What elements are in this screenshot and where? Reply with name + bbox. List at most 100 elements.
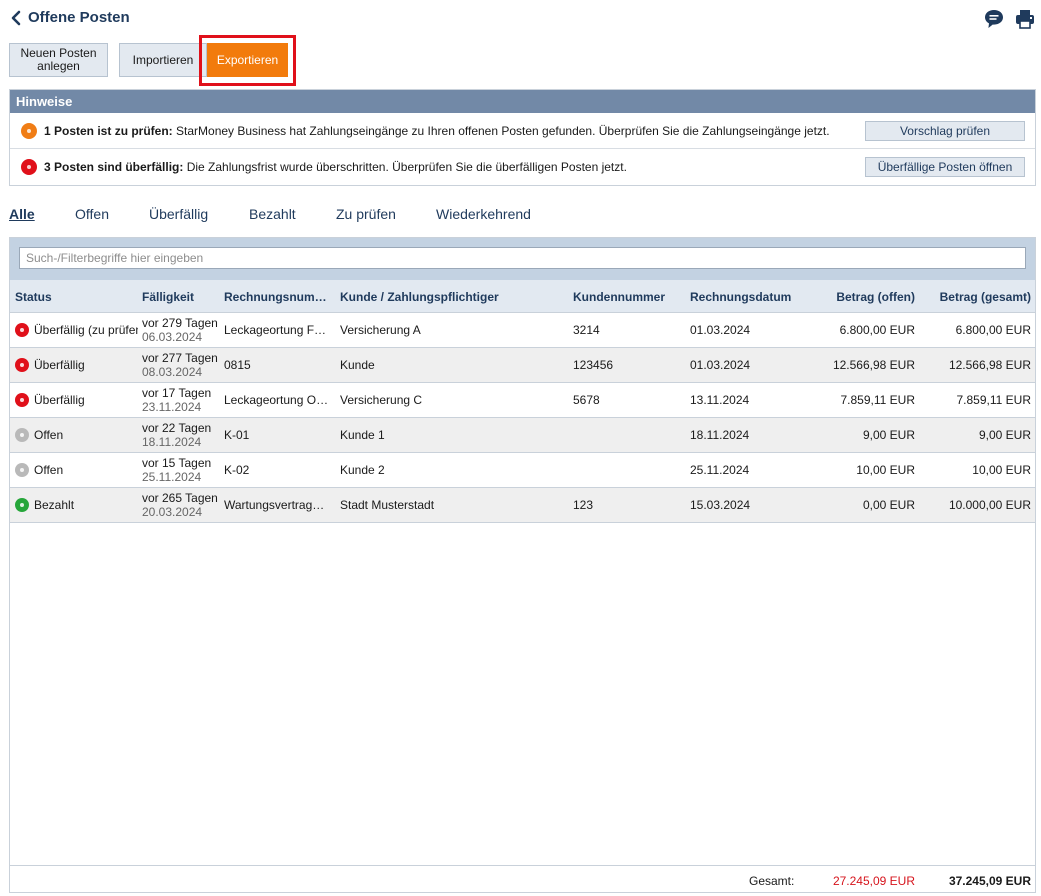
table-row[interactable]: Offen vor 22 Tagen 18.11.2024 K-01 Kunde… — [10, 418, 1035, 453]
amount-total: 7.859,11 EUR — [956, 393, 1032, 407]
column-headers: Status Fälligkeit Rechnungsnum… Kunde / … — [10, 280, 1035, 313]
export-button[interactable]: Exportieren — [207, 43, 288, 77]
column-header-customer-no[interactable]: Kundennummer — [573, 290, 683, 304]
status-text: Offen — [34, 463, 64, 477]
totals-label: Gesamt: — [749, 874, 795, 888]
due-date: 25.11.2024 — [142, 470, 202, 484]
tab-ueberfaellig[interactable]: Überfällig — [149, 206, 208, 222]
invoice-number: Wartungsvertrag… — [224, 498, 325, 512]
due-cell: vor 17 Tagen 23.11.2024 — [142, 386, 222, 414]
status-text: Bezahlt — [34, 498, 75, 512]
status-dot-icon — [15, 323, 29, 337]
due-relative: vor 17 Tagen — [142, 386, 212, 400]
tab-bezahlt[interactable]: Bezahlt — [249, 206, 296, 222]
table-row[interactable]: Überfällig vor 277 Tagen 08.03.2024 0815… — [10, 348, 1035, 383]
tab-zu-pruefen[interactable]: Zu prüfen — [336, 206, 396, 222]
header: Offene Posten — [0, 0, 1041, 38]
column-header-amount-total[interactable]: Betrag (gesamt) — [925, 290, 1031, 304]
hint-text: 1 Posten ist zu prüfen: StarMoney Busine… — [44, 123, 830, 138]
customer-number: 123456 — [573, 358, 614, 372]
due-cell: vor 265 Tagen 20.03.2024 — [142, 491, 222, 519]
invoice-date: 25.11.2024 — [690, 463, 750, 477]
status-dot-icon — [15, 498, 29, 512]
hint-row-check: 1 Posten ist zu prüfen: StarMoney Busine… — [10, 113, 1035, 149]
column-header-amount-open[interactable]: Betrag (offen) — [810, 290, 915, 304]
status-text: Überfällig — [34, 393, 85, 407]
customer-name: Stadt Musterstadt — [340, 498, 435, 512]
amount-open: 6.800,00 EUR — [839, 323, 915, 337]
table-row[interactable]: Bezahlt vor 265 Tagen 20.03.2024 Wartung… — [10, 488, 1035, 523]
table-row[interactable]: Überfällig (zu prüfen) vor 279 Tagen 06.… — [10, 313, 1035, 348]
check-suggestion-button[interactable]: Vorschlag prüfen — [865, 121, 1025, 141]
invoice-date: 18.11.2024 — [690, 428, 750, 442]
invoice-date: 01.03.2024 — [690, 323, 751, 337]
amount-open: 12.566,98 EUR — [832, 358, 915, 372]
column-header-due[interactable]: Fälligkeit — [142, 290, 222, 304]
import-button[interactable]: Importieren — [119, 43, 207, 77]
table-row[interactable]: Offen vor 15 Tagen 25.11.2024 K-02 Kunde… — [10, 453, 1035, 488]
warning-dot-icon — [21, 122, 37, 139]
table-body: Überfällig (zu prüfen) vor 279 Tagen 06.… — [10, 313, 1035, 523]
invoice-number: Leckageortung O… — [224, 393, 329, 407]
hint-text: 3 Posten sind überfällig: Die Zahlungsfr… — [44, 160, 627, 174]
invoice-number: K-01 — [224, 428, 250, 442]
hints-title: Hinweise — [10, 90, 1035, 113]
open-overdue-button[interactable]: Überfällige Posten öffnen — [865, 157, 1025, 177]
column-header-customer[interactable]: Kunde / Zahlungspflichtiger — [340, 290, 565, 304]
search-bar — [10, 238, 1035, 280]
column-header-invoice-date[interactable]: Rechnungsdatum — [690, 290, 810, 304]
printer-icon[interactable] — [1014, 8, 1036, 30]
totals-total-amount: 37.245,09 EUR — [948, 874, 1031, 888]
column-header-status[interactable]: Status — [15, 290, 135, 304]
totals-open-amount: 27.245,09 EUR — [832, 874, 915, 888]
table-row[interactable]: Überfällig vor 17 Tagen 23.11.2024 Lecka… — [10, 383, 1035, 418]
alert-dot-icon — [21, 159, 37, 175]
page-title: Offene Posten — [28, 9, 130, 26]
search-input[interactable] — [19, 247, 1026, 269]
invoice-date: 01.03.2024 — [690, 358, 751, 372]
amount-open: 7.859,11 EUR — [840, 393, 916, 407]
customer-name: Versicherung C — [340, 393, 423, 407]
due-date: 08.03.2024 — [142, 365, 203, 379]
due-cell: vor 15 Tagen 25.11.2024 — [142, 456, 222, 484]
due-date: 23.11.2024 — [142, 400, 202, 414]
tab-alle[interactable]: Alle — [9, 206, 35, 222]
new-item-button[interactable]: Neuen Posten anlegen — [9, 43, 108, 77]
back-link[interactable]: Offene Posten — [10, 9, 130, 26]
due-relative: vor 22 Tagen — [142, 421, 212, 435]
hints-panel: Hinweise 1 Posten ist zu prüfen: StarMon… — [9, 89, 1036, 186]
customer-name: Kunde 2 — [340, 463, 385, 477]
due-date: 06.03.2024 — [142, 330, 203, 344]
amount-open: 10,00 EUR — [856, 463, 915, 477]
items-grid: Status Fälligkeit Rechnungsnum… Kunde / … — [9, 237, 1036, 893]
chevron-left-icon — [11, 10, 21, 25]
customer-name: Kunde — [340, 358, 375, 372]
due-relative: vor 277 Tagen — [142, 351, 218, 365]
customer-number: 3214 — [573, 323, 600, 337]
status-dot-icon — [15, 393, 29, 407]
column-header-invoice-no[interactable]: Rechnungsnum… — [224, 290, 334, 304]
totals-footer: Gesamt: 27.245,09 EUR 37.245,09 EUR — [10, 865, 1035, 892]
comment-icon[interactable] — [983, 8, 1005, 30]
customer-number: 5678 — [573, 393, 600, 407]
amount-open: 0,00 EUR — [862, 498, 915, 512]
invoice-date: 15.03.2024 — [690, 498, 751, 512]
amount-total: 6.800,00 EUR — [955, 323, 1031, 337]
hint-row-overdue: 3 Posten sind überfällig: Die Zahlungsfr… — [10, 149, 1035, 185]
amount-total: 10.000,00 EUR — [948, 498, 1031, 512]
tab-offen[interactable]: Offen — [75, 206, 109, 222]
status-dot-icon — [15, 463, 29, 477]
due-date: 20.03.2024 — [142, 505, 203, 519]
amount-total: 12.566,98 EUR — [948, 358, 1031, 372]
customer-name: Kunde 1 — [340, 428, 385, 442]
invoice-number: 0815 — [224, 358, 251, 372]
tab-wiederkehrend[interactable]: Wiederkehrend — [436, 206, 531, 222]
status-dot-icon — [15, 428, 29, 442]
invoice-number: Leckageortung F… — [224, 323, 327, 337]
amount-open: 9,00 EUR — [862, 428, 915, 442]
status-text: Überfällig (zu prüfen) — [34, 323, 138, 337]
due-relative: vor 279 Tagen — [142, 316, 218, 330]
due-cell: vor 22 Tagen 18.11.2024 — [142, 421, 222, 449]
due-relative: vor 15 Tagen — [142, 456, 212, 470]
due-cell: vor 279 Tagen 06.03.2024 — [142, 316, 222, 344]
